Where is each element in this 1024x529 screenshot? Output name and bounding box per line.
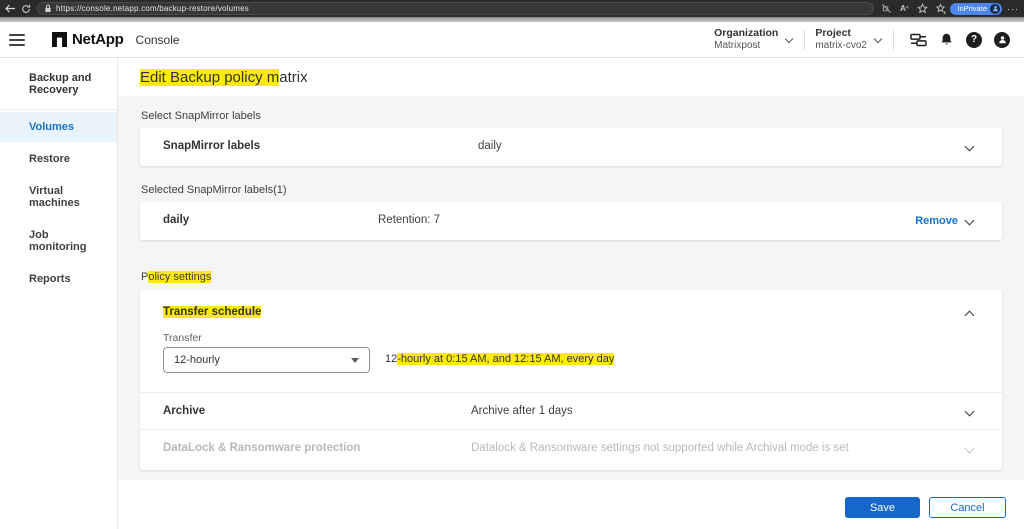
selected-label-name: daily [163, 214, 190, 226]
chevron-down-icon [873, 34, 883, 43]
policy-settings-heading: Policy settings [141, 271, 212, 283]
more-menu-icon[interactable]: ··· [1004, 4, 1024, 14]
text-size-icon[interactable]: A ^ [896, 2, 912, 15]
help-glyph: ? [966, 31, 982, 48]
sidebar-item-job-monitoring[interactable]: Job monitoring [0, 220, 117, 262]
refresh-icon[interactable] [18, 2, 34, 15]
snapmirror-labels-label: SnapMirror labels [163, 140, 261, 152]
transfer-label: Transfer [163, 332, 202, 344]
divider [893, 29, 894, 50]
cancel-button[interactable]: Cancel [929, 497, 1006, 518]
sidebar-item-volumes[interactable]: Volumes [0, 112, 117, 142]
chevron-down-icon[interactable] [964, 406, 976, 419]
page-title-rest: atrix [279, 68, 308, 86]
notifications-bell-icon[interactable] [932, 26, 960, 54]
transfer-select[interactable]: 12-hourly [163, 347, 370, 373]
select-snapmirror-heading: Select SnapMirror labels [141, 110, 261, 122]
content-area: Select SnapMirror labels SnapMirror labe… [118, 96, 1024, 480]
help-icon[interactable]: ? [960, 26, 988, 54]
divider [140, 429, 1002, 430]
retention-value: Retention: 7 [378, 214, 441, 226]
collections-icon[interactable] [932, 2, 948, 15]
snapmirror-labels-value: daily [478, 140, 502, 152]
page-title-highlight: Edit Backup policy m [140, 68, 280, 86]
chevron-down-disabled-icon [964, 443, 976, 456]
project-value: matrix-cvo2 [815, 39, 867, 51]
transfer-schedule-heading: Transfer schedule [163, 306, 262, 318]
chevron-up-icon[interactable] [964, 308, 976, 321]
url-text: https://console.netapp.com/backup-restor… [56, 4, 250, 13]
account-icon[interactable] [988, 26, 1016, 54]
schedule-description: 12-hourly at 0:15 AM, and 12:15 AM, ever… [385, 353, 615, 365]
project-selector[interactable]: Project matrix-cvo2 [805, 27, 893, 53]
netapp-logo-mark [52, 32, 67, 47]
favorites-star-icon[interactable] [914, 2, 930, 15]
archive-value: Archive after 1 days [471, 405, 573, 417]
read-aloud-off-icon[interactable] [878, 2, 894, 15]
sidebar-item-restore[interactable]: Restore [0, 144, 117, 174]
organization-label: Organization [714, 26, 779, 39]
snapmirror-labels-card: SnapMirror labels daily [140, 128, 1002, 166]
project-label: Project [815, 26, 851, 39]
page-title: Edit Backup policy matrix [140, 68, 308, 86]
organization-value: Matrixpost [714, 39, 761, 51]
inprivate-badge[interactable]: InPrivate [950, 2, 1002, 15]
chevron-down-icon [785, 34, 794, 43]
profile-avatar-icon [990, 3, 1000, 14]
sidebar-item-reports[interactable]: Reports [0, 264, 117, 294]
inprivate-label: InPrivate [957, 4, 987, 13]
title-bar: Edit Backup policy matrix [118, 58, 1024, 96]
menu-icon[interactable] [9, 33, 25, 46]
sidebar-section-title: Backup and Recovery [0, 58, 117, 110]
policy-settings-card: Transfer schedule Transfer 12-hourly 12-… [140, 290, 1002, 470]
save-button[interactable]: Save [845, 497, 920, 518]
browser-window: https://console.netapp.com/backup-restor… [0, 0, 1024, 529]
chevron-down-icon[interactable] [964, 141, 976, 154]
page-body: Backup and Recovery Volumes Restore Virt… [0, 58, 1024, 529]
organization-selector[interactable]: Organization Matrixpost [704, 27, 804, 53]
lock-icon [44, 4, 52, 13]
product-name: Console [135, 32, 180, 47]
logo-text: NetApp [72, 31, 124, 48]
back-icon[interactable] [2, 2, 18, 15]
datalock-message: Datalock & Ransomware settings not suppo… [471, 442, 849, 454]
selected-snapmirror-heading: Selected SnapMirror labels(1) [141, 184, 287, 196]
browser-toolbar: https://console.netapp.com/backup-restor… [0, 0, 1024, 17]
main-area: Edit Backup policy matrix Select SnapMir… [118, 58, 1024, 529]
sidebar: Backup and Recovery Volumes Restore Virt… [0, 58, 118, 529]
transfer-select-value: 12-hourly [174, 354, 220, 366]
caret-down-icon [351, 357, 359, 363]
address-bar[interactable]: https://console.netapp.com/backup-restor… [37, 2, 875, 15]
divider [140, 392, 1002, 393]
archive-label: Archive [163, 405, 206, 417]
selected-label-card: daily Retention: 7 Remove [140, 202, 1002, 240]
footer-actions: Save Cancel [118, 480, 1024, 529]
connector-icon[interactable] [904, 26, 932, 54]
header-right: Organization Matrixpost Project matrix-c… [704, 22, 1024, 57]
netapp-logo: NetApp [52, 31, 124, 48]
app-header: NetApp Console Organization Matrixpost P… [0, 22, 1024, 58]
chevron-down-icon[interactable] [964, 215, 976, 228]
sidebar-item-virtual-machines[interactable]: Virtual machines [0, 176, 117, 218]
browser-toolbar-right: A ^ InPrivate ··· [878, 2, 1024, 15]
datalock-label: DataLock & Ransomware protection [163, 442, 361, 454]
remove-button[interactable]: Remove [915, 215, 958, 227]
